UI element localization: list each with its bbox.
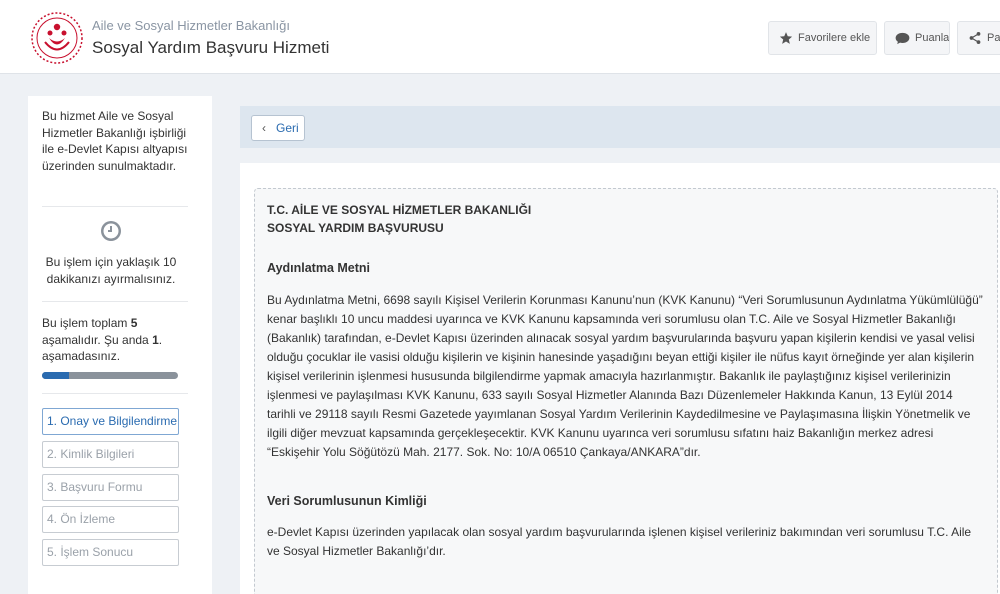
- step-info-text: Bu işlem toplam 5 aşamalıdır. Şu anda 1.…: [42, 315, 192, 365]
- section-title-clarification: Aydınlatma Metni: [267, 261, 371, 275]
- star-icon: [779, 32, 793, 44]
- information-document: T.C. AİLE VE SOSYAL HİZMETLER BAKANLIĞI …: [267, 201, 983, 561]
- add-favorite-button[interactable]: Favorilere ekle: [768, 21, 877, 55]
- service-title: Sosyal Yardım Başvuru Hizmeti: [92, 38, 330, 57]
- document-box[interactable]: T.C. AİLE VE SOSYAL HİZMETLER BAKANLIĞI …: [254, 188, 998, 594]
- page-header: Aile ve Sosyal Hizmetler Bakanlığı Sosya…: [0, 0, 1000, 74]
- divider: [42, 393, 188, 394]
- step-info-middle: aşamalıdır. Şu anda: [42, 332, 153, 347]
- section-body-controller: e-Devlet Kapısı üzerinden yapılacak olan…: [267, 525, 972, 558]
- section-title-controller: Veri Sorumlusunun Kimliği: [267, 494, 427, 508]
- content-card: T.C. AİLE VE SOSYAL HİZMETLER BAKANLIĞI …: [240, 163, 1000, 594]
- step-progress-bar: [42, 372, 178, 379]
- rate-button[interactable]: Puanla: [884, 21, 950, 55]
- step-item-3[interactable]: 3. Başvuru Formu: [42, 474, 179, 501]
- ministry-logo-icon[interactable]: [30, 11, 84, 65]
- clock-icon: [101, 221, 121, 241]
- document-heading-line2: SOSYAL YARDIM BAŞVURUSU: [267, 221, 444, 235]
- step-info-prefix: Bu işlem toplam: [42, 316, 131, 330]
- step-item-5[interactable]: 5. İşlem Sonucu: [42, 539, 179, 566]
- divider: [42, 301, 188, 302]
- ministry-name: Aile ve Sosyal Hizmetler Bakanlığı: [92, 18, 290, 33]
- divider: [42, 206, 188, 207]
- step-total: 5: [130, 316, 138, 330]
- back-button[interactable]: ‹ Geri: [251, 115, 305, 141]
- share-icon: [969, 32, 981, 44]
- back-label: Geri: [276, 121, 299, 135]
- step-item-4[interactable]: 4. Ön İzleme: [42, 506, 179, 533]
- action-bar: ‹ Geri: [240, 106, 1000, 148]
- document-heading-line1: T.C. AİLE VE SOSYAL HİZMETLER BAKANLIĞI: [267, 203, 532, 217]
- share-label: Pa: [987, 32, 1000, 44]
- step-item-1[interactable]: 1. Onay ve Bilgilendirme: [42, 408, 179, 435]
- rate-label: Puanla: [915, 32, 950, 44]
- add-favorite-label: Favorilere ekle: [798, 32, 871, 44]
- section-body-clarification: Bu Aydınlatma Metni, 6698 sayılı Kişisel…: [267, 293, 983, 459]
- step-item-2[interactable]: 2. Kimlik Bilgileri: [42, 441, 179, 468]
- service-intro-text: Bu hizmet Aile ve Sosyal Hizmetler Bakan…: [42, 109, 188, 173]
- step-current: 1: [152, 332, 159, 347]
- speech-bubble-icon: [895, 32, 910, 44]
- sidebar: Bu hizmet Aile ve Sosyal Hizmetler Bakan…: [28, 96, 212, 594]
- step-progress-fill: [42, 372, 70, 379]
- chevron-left-icon: ‹: [262, 121, 266, 135]
- estimated-time-text: Bu işlem için yaklaşık 10 dakikanızı ayı…: [45, 255, 177, 286]
- share-button[interactable]: Pa: [957, 21, 1000, 55]
